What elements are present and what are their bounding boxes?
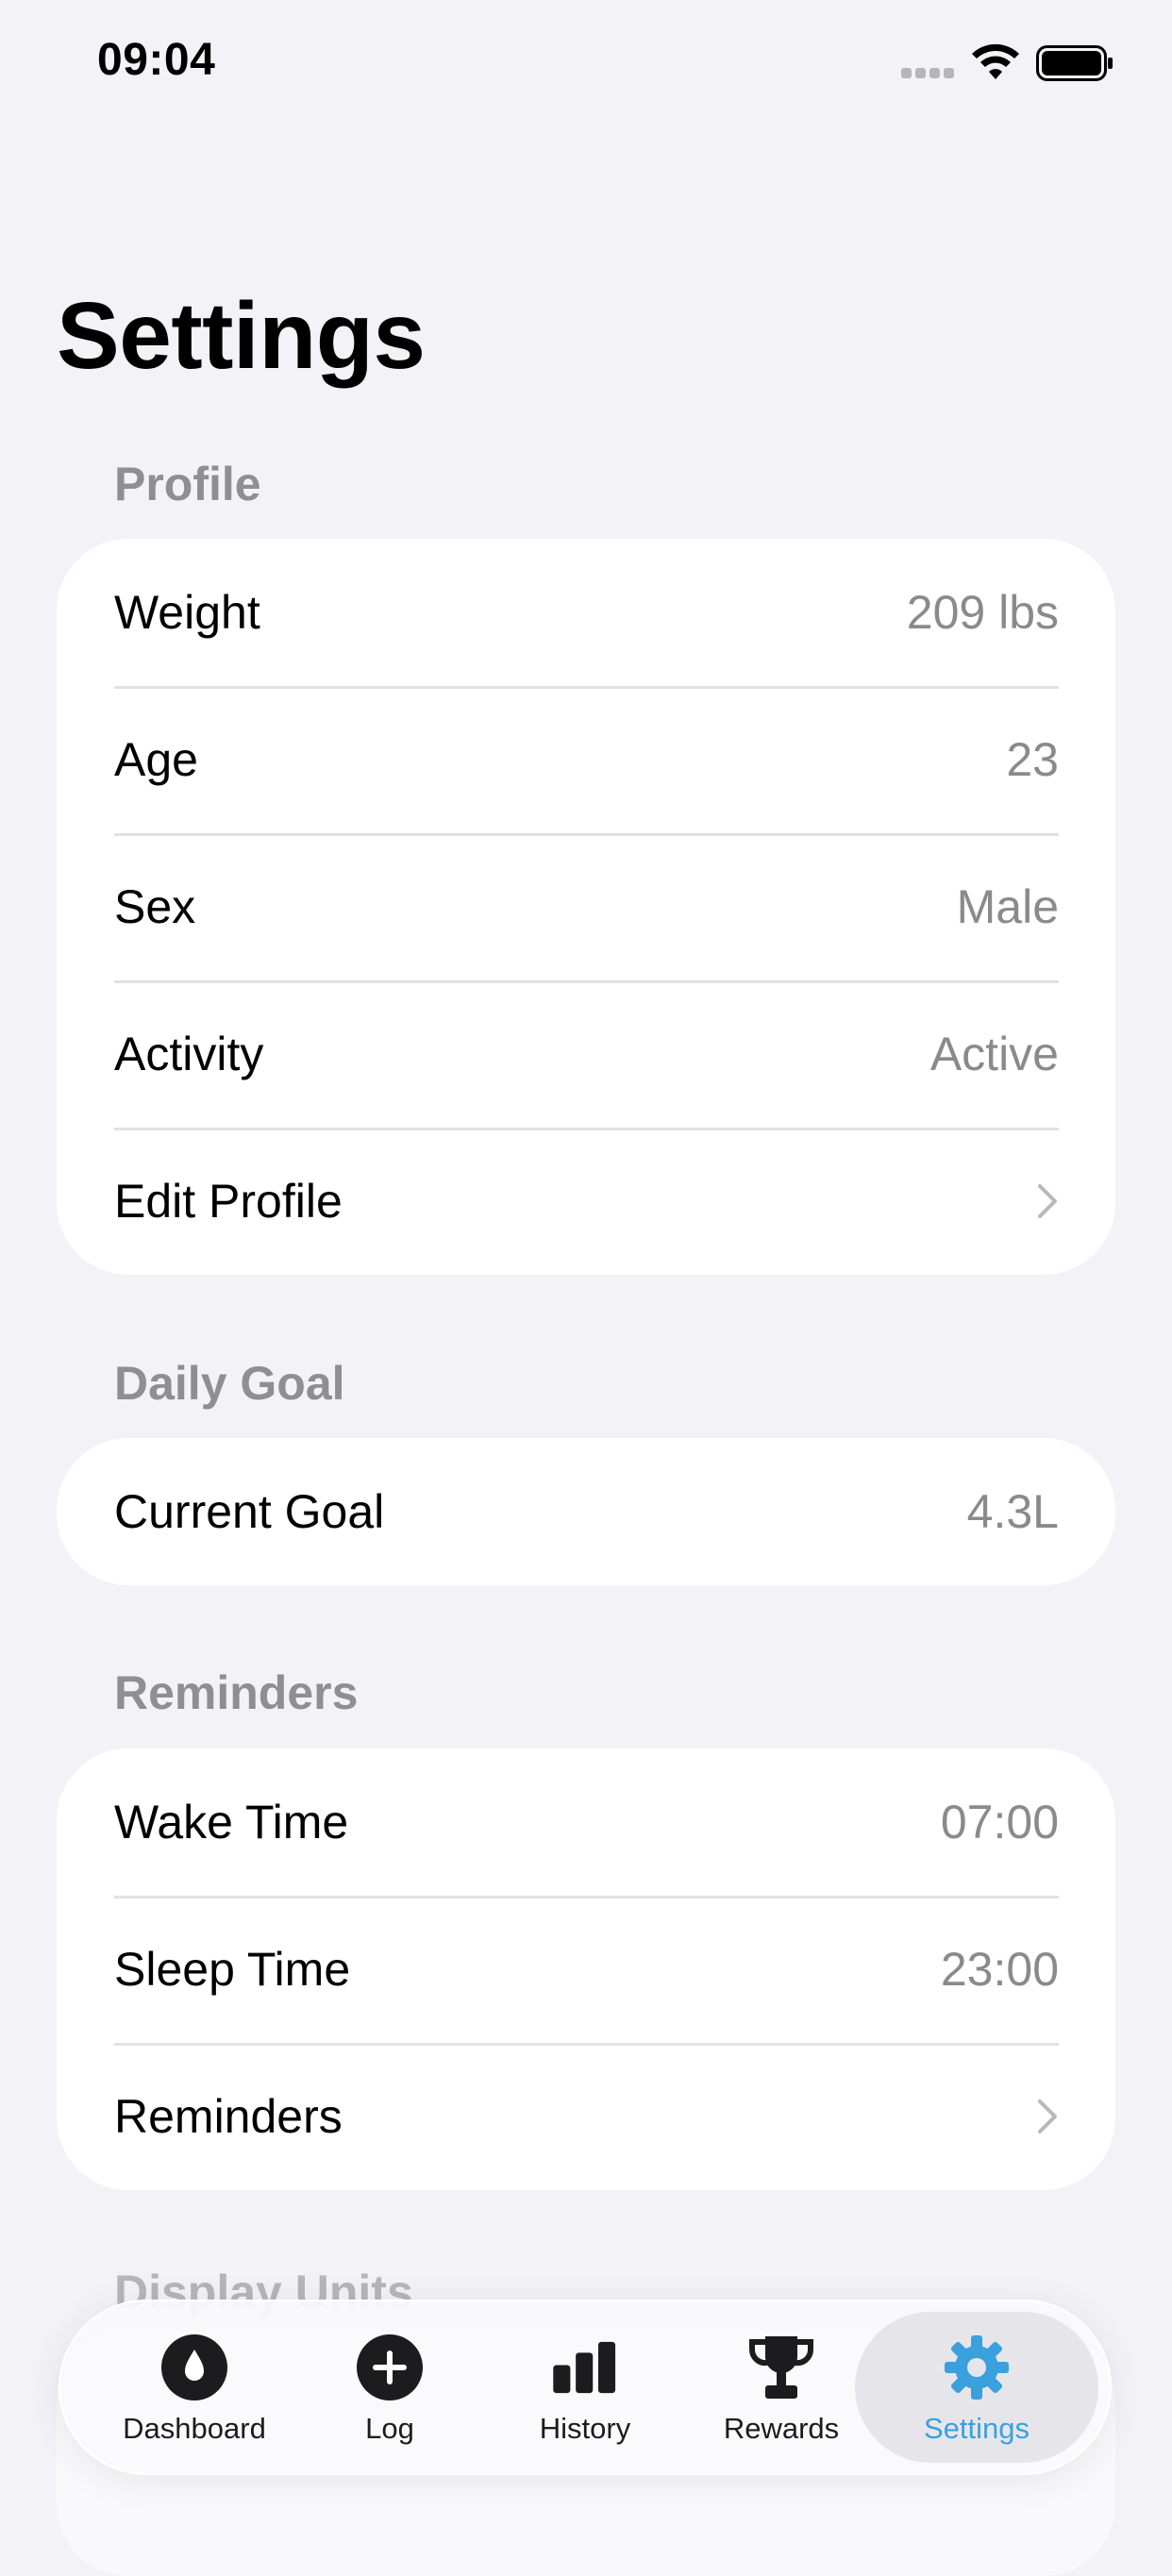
water-drop-icon	[161, 2334, 227, 2400]
battery-icon	[1036, 45, 1113, 81]
row-value: 07:00	[940, 1796, 1059, 1848]
row-value: 209 lbs	[906, 586, 1059, 639]
daily-goal-card: Current Goal 4.3L	[57, 1438, 1115, 1585]
wifi-icon	[972, 43, 1019, 79]
cellular-signal-icon	[901, 68, 956, 79]
weight-row[interactable]: Weight 209 lbs	[57, 539, 1115, 686]
bar-chart-icon	[553, 2341, 616, 2394]
row-label: Age	[114, 733, 198, 786]
sex-row[interactable]: Sex Male	[57, 833, 1115, 980]
tab-bar: Dashboard Log History Rewards Settings	[59, 2300, 1112, 2475]
section-header-reminders: Reminders	[114, 1666, 359, 1719]
plus-circle-icon	[357, 2334, 423, 2400]
chevron-right-icon	[1038, 2099, 1057, 2133]
page-title: Settings	[57, 283, 426, 389]
row-value: 23:00	[940, 1943, 1059, 1996]
tab-history[interactable]: History	[491, 2300, 679, 2475]
row-value: Male	[956, 880, 1059, 933]
row-label: Weight	[114, 586, 260, 639]
current-goal-row[interactable]: Current Goal 4.3L	[57, 1438, 1115, 1585]
gear-icon	[945, 2335, 1009, 2400]
tab-settings[interactable]: Settings	[882, 2300, 1071, 2475]
row-label: Activity	[114, 1028, 264, 1080]
tab-label: Dashboard	[123, 2412, 266, 2445]
trophy-icon	[748, 2336, 814, 2399]
section-header-daily-goal: Daily Goal	[114, 1357, 345, 1410]
sleep-time-row[interactable]: Sleep Time 23:00	[57, 1896, 1115, 2043]
row-value: 23	[1006, 733, 1059, 786]
row-label: Sleep Time	[114, 1943, 351, 1996]
row-label: Current Goal	[114, 1485, 385, 1538]
reminders-link-row[interactable]: Reminders	[57, 2043, 1115, 2190]
row-value: 4.3L	[966, 1485, 1059, 1538]
chevron-right-icon	[1038, 1184, 1057, 1218]
status-time: 09:04	[97, 35, 216, 85]
wake-time-row[interactable]: Wake Time 07:00	[57, 1748, 1115, 1896]
profile-card: Weight 209 lbs Age 23 Sex Male Activity …	[57, 539, 1115, 1275]
tab-label: Log	[365, 2412, 414, 2445]
tab-label: History	[539, 2412, 631, 2445]
row-label: Reminders	[114, 2090, 343, 2143]
reminders-card: Wake Time 07:00 Sleep Time 23:00 Reminde…	[57, 1748, 1115, 2190]
row-label: Sex	[114, 880, 196, 933]
row-label: Wake Time	[114, 1796, 349, 1848]
tab-rewards[interactable]: Rewards	[687, 2300, 876, 2475]
row-value: Active	[929, 1028, 1059, 1080]
tab-label: Settings	[923, 2412, 1030, 2445]
age-row[interactable]: Age 23	[57, 686, 1115, 833]
edit-profile-row[interactable]: Edit Profile	[57, 1128, 1115, 1275]
tab-log[interactable]: Log	[295, 2300, 484, 2475]
tab-label: Rewards	[723, 2412, 840, 2445]
section-header-profile: Profile	[114, 458, 261, 510]
row-label: Edit Profile	[114, 1175, 343, 1228]
tab-dashboard[interactable]: Dashboard	[100, 2300, 289, 2475]
activity-row[interactable]: Activity Active	[57, 980, 1115, 1128]
